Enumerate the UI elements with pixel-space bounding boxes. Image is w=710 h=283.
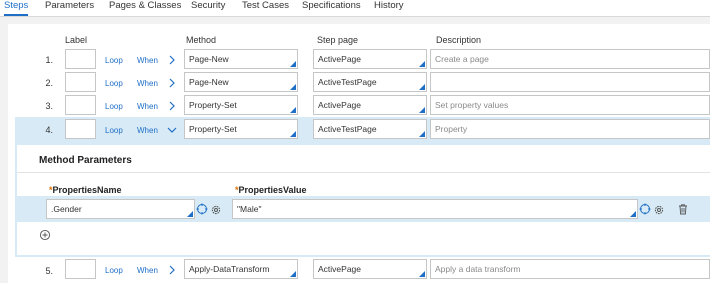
step-number: 2.: [45, 78, 53, 88]
loop-link[interactable]: Loop: [105, 79, 123, 88]
step-number: 1.: [45, 55, 53, 65]
tab-bar: Steps Parameters Pages & Classes Securit…: [0, 0, 710, 17]
loop-link[interactable]: Loop: [105, 102, 123, 111]
divider: [17, 172, 710, 173]
step-page-field[interactable]: ActiveTestPage: [313, 72, 427, 92]
autocomplete-corner-icon: [419, 271, 425, 277]
tab-test-cases[interactable]: Test Cases: [242, 0, 289, 16]
method-header: Method: [186, 35, 217, 45]
tab-history[interactable]: History: [374, 0, 404, 16]
tab-specifications[interactable]: Specifications: [302, 0, 361, 16]
autocomplete-corner-icon: [290, 61, 296, 67]
method-value: Page-New: [189, 54, 229, 64]
loop-link[interactable]: Loop: [105, 56, 123, 65]
step-page-field[interactable]: ActivePage: [313, 259, 427, 279]
properties-value-input[interactable]: "Male": [232, 199, 638, 219]
step-label-input[interactable]: [65, 49, 96, 69]
step-page-field[interactable]: ActiveTestPage: [313, 119, 427, 139]
label-header: Label: [65, 35, 88, 45]
autocomplete-corner-icon: [419, 131, 425, 137]
description-field[interactable]: Create a page: [430, 49, 710, 69]
step-page-value: ActiveTestPage: [318, 77, 377, 87]
add-parameter-icon[interactable]: [39, 229, 51, 241]
when-link[interactable]: When: [137, 79, 158, 88]
when-link[interactable]: When: [137, 266, 158, 275]
description-field[interactable]: Property: [430, 119, 710, 139]
step-label-input[interactable]: [65, 72, 96, 92]
properties-name-label-text: PropertiesName: [52, 185, 122, 195]
description-header: Description: [436, 35, 482, 45]
method-field[interactable]: Property-Set: [184, 95, 298, 115]
step-page-value: ActivePage: [318, 264, 361, 274]
chevron-right-icon[interactable]: [166, 77, 178, 89]
when-link[interactable]: When: [137, 56, 158, 65]
step-label-input[interactable]: [65, 259, 96, 279]
step-number: 3.: [45, 101, 53, 111]
step-label-input[interactable]: [65, 95, 96, 115]
step-page-header: Step page: [317, 35, 359, 45]
properties-name-label: *PropertiesName: [49, 185, 122, 195]
autocomplete-corner-icon: [290, 131, 296, 137]
description-field[interactable]: [430, 72, 710, 92]
step-page-value: ActivePage: [318, 100, 361, 110]
properties-name-input[interactable]: .Gender: [46, 199, 195, 219]
properties-value-value: "Male": [237, 204, 262, 214]
autocomplete-corner-icon: [187, 211, 193, 217]
step-page-value: ActiveTestPage: [318, 124, 377, 134]
chevron-right-icon[interactable]: [166, 100, 178, 112]
step-page-field[interactable]: ActivePage: [313, 49, 427, 69]
method-value: Page-New: [189, 77, 229, 87]
step-number: 4.: [45, 125, 53, 135]
method-field[interactable]: Apply-DataTransform: [184, 259, 298, 279]
chevron-right-icon[interactable]: [166, 54, 178, 66]
properties-value-label-text: PropertiesValue: [238, 185, 307, 195]
autocomplete-corner-icon: [290, 84, 296, 90]
method-value: Apply-DataTransform: [189, 264, 270, 274]
gear-icon[interactable]: [653, 204, 665, 216]
method-value: Property-Set: [189, 100, 237, 110]
step-page-field[interactable]: ActivePage: [313, 95, 427, 115]
chevron-down-icon[interactable]: [166, 124, 178, 136]
autocomplete-corner-icon: [419, 61, 425, 67]
when-link[interactable]: When: [137, 126, 158, 135]
step-label-input[interactable]: [65, 119, 96, 139]
method-parameters-title: Method Parameters: [39, 155, 132, 166]
autocomplete-corner-icon: [419, 84, 425, 90]
description-field[interactable]: Apply a data transform: [430, 259, 710, 279]
properties-value-label: *PropertiesValue: [235, 185, 307, 195]
loop-link[interactable]: Loop: [105, 126, 123, 135]
tab-security[interactable]: Security: [191, 0, 225, 16]
target-icon[interactable]: [196, 203, 208, 215]
gear-icon[interactable]: [210, 204, 222, 216]
loop-link[interactable]: Loop: [105, 266, 123, 275]
autocomplete-corner-icon: [290, 271, 296, 277]
step-page-value: ActivePage: [318, 54, 361, 64]
autocomplete-corner-icon: [630, 211, 636, 217]
tab-steps[interactable]: Steps: [4, 0, 29, 16]
autocomplete-corner-icon: [290, 107, 296, 113]
properties-name-value: .Gender: [51, 204, 82, 214]
trash-icon[interactable]: [677, 203, 689, 215]
step-number: 5.: [45, 266, 53, 276]
chevron-right-icon[interactable]: [166, 264, 178, 276]
autocomplete-corner-icon: [419, 107, 425, 113]
method-field[interactable]: Page-New: [184, 72, 298, 92]
tab-pages-classes[interactable]: Pages & Classes: [109, 0, 181, 16]
method-field[interactable]: Page-New: [184, 49, 298, 69]
description-field[interactable]: Set property values: [430, 95, 710, 115]
method-field[interactable]: Property-Set: [184, 119, 298, 139]
method-value: Property-Set: [189, 124, 237, 134]
when-link[interactable]: When: [137, 102, 158, 111]
tab-parameters[interactable]: Parameters: [45, 0, 94, 16]
target-icon[interactable]: [639, 203, 651, 215]
